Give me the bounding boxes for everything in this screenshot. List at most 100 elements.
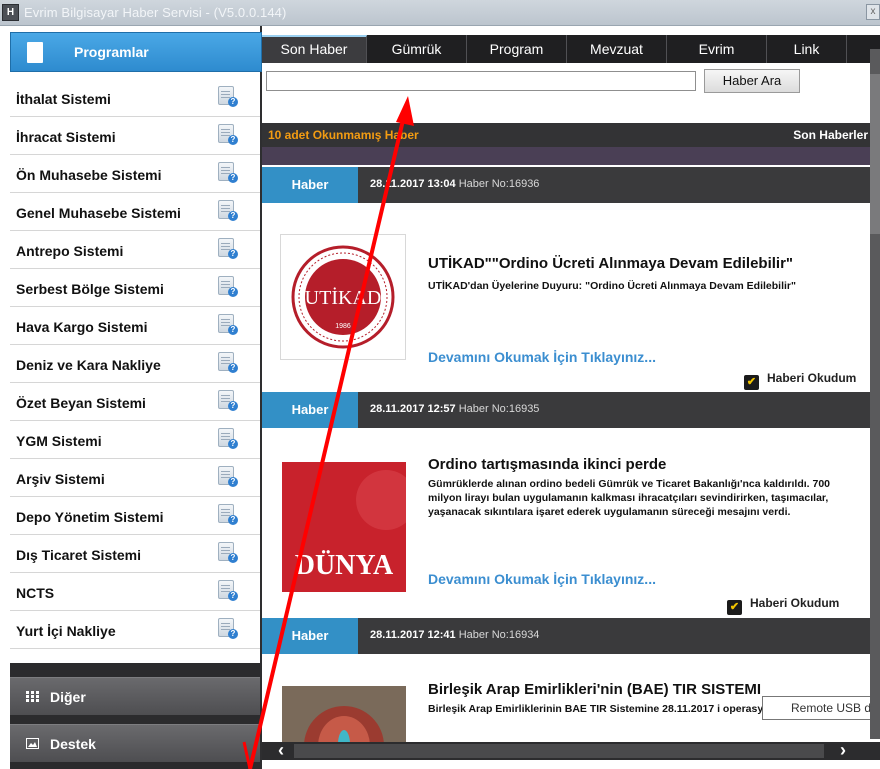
sidebar-item-label: Deniz ve Kara Nakliye (16, 357, 161, 373)
title-bar: H Evrim Bilgisayar Haber Servisi - (V5.0… (0, 0, 880, 26)
read-more-link[interactable]: Devamını Okumak İçin Tıklayınız... (428, 571, 656, 587)
help-document-icon[interactable]: ? (218, 542, 238, 564)
horizontal-scroll-thumb[interactable] (294, 744, 824, 758)
sidebar-item[interactable]: Dış Ticaret Sistemi? (10, 535, 260, 573)
news-badge: Haber (262, 392, 358, 428)
app-icon: H (2, 4, 19, 21)
tooltip: Remote USB d (762, 696, 880, 720)
help-document-icon[interactable]: ? (218, 428, 238, 450)
sidebar-item[interactable]: Ön Muhasebe Sistemi? (10, 155, 260, 193)
news-title[interactable]: Birleşik Arap Emirlikleri'nin (BAE) TIR … (428, 681, 761, 698)
sidebar-item[interactable]: Antrepo Sistemi? (10, 231, 260, 269)
programs-header[interactable]: Programlar (10, 32, 262, 72)
sidebar-item-label: Hava Kargo Sistemi (16, 319, 148, 335)
tab[interactable]: Gümrük (367, 35, 467, 63)
news-datetime: 28.11.2017 13:04 (370, 178, 456, 190)
sidebar-item[interactable]: Yurt İçi Nakliye? (10, 611, 260, 649)
sidebar-footer: Diğer Destek (10, 663, 260, 769)
tab[interactable]: Program (467, 35, 567, 63)
sidebar-item-label: NCTS (16, 585, 55, 601)
news-card[interactable]: DÜNYA Ordino tartışmasında ikinci perde … (262, 428, 880, 620)
news-summary: UTİKAD'dan Üyelerine Duyuru: "Ordino Ücr… (428, 280, 796, 292)
logo-text: UTİKAD (305, 286, 382, 309)
dunya-logo: DÜNYA (282, 462, 406, 592)
sidebar-item[interactable]: Serbest Bölge Sistemi? (10, 269, 260, 307)
vertical-scroll-thumb[interactable] (870, 74, 880, 234)
news-badge: Haber (262, 618, 358, 654)
destek-label: Destek (50, 736, 96, 752)
tab[interactable]: Mevzuat (567, 35, 667, 63)
news-meta: 28.11.2017 12:41 Haber No:16934 (370, 629, 539, 641)
sidebar-item-label: Genel Muhasebe Sistemi (16, 205, 181, 221)
read-checkbox[interactable]: ✔ Haberi Okudum (727, 596, 839, 615)
sidebar-item[interactable]: Arşiv Sistemi? (10, 459, 260, 497)
logo-text: DÜNYA (295, 550, 394, 581)
document-icon (27, 42, 43, 63)
check-icon: ✔ (727, 600, 742, 615)
help-document-icon[interactable]: ? (218, 200, 238, 222)
help-document-icon[interactable]: ? (218, 86, 238, 108)
search-input[interactable] (266, 71, 696, 91)
news-card[interactable]: UTİKAD 1986 UTİKAD""Ordino Ücreti Alınma… (262, 203, 880, 390)
news-header: Haber 28.11.2017 12:41 Haber No:16934 (262, 618, 880, 654)
tab-bar: Son Haber Gümrük Program Mevzuat Evrim Link (262, 35, 880, 63)
sidebar-item-label: Özet Beyan Sistemi (16, 395, 146, 411)
scroll-left-icon[interactable]: ‹ (278, 740, 284, 761)
news-badge: Haber (262, 167, 358, 203)
svg-text:1986: 1986 (335, 323, 351, 330)
divider-strip (262, 147, 880, 165)
sidebar-item-label: Serbest Bölge Sistemi (16, 281, 164, 297)
sidebar-item[interactable]: Depo Yönetim Sistemi? (10, 497, 260, 535)
check-icon: ✔ (744, 375, 759, 390)
news-number: Haber No:16934 (458, 629, 540, 641)
help-document-icon[interactable]: ? (218, 466, 238, 488)
tab[interactable]: Evrim (667, 35, 767, 63)
sidebar-item[interactable]: İhracat Sistemi? (10, 117, 260, 155)
news-datetime: 28.11.2017 12:41 (370, 629, 456, 641)
help-document-icon[interactable]: ? (218, 124, 238, 146)
sidebar-item[interactable]: İthalat Sistemi? (10, 79, 260, 117)
sidebar-item[interactable]: YGM Sistemi? (10, 421, 260, 459)
help-document-icon[interactable]: ? (218, 504, 238, 526)
program-menu: İthalat Sistemi? İhracat Sistemi? Ön Muhas… (10, 79, 260, 649)
diger-label: Diğer (50, 689, 86, 705)
unread-count: 10 adet Okunmamış Haber (268, 128, 419, 142)
window-title: Evrim Bilgisayar Haber Servisi - (V5.0.0… (24, 5, 287, 20)
sidebar-item[interactable]: Deniz ve Kara Nakliye? (10, 345, 260, 383)
sidebar-item[interactable]: NCTS? (10, 573, 260, 611)
sidebar-item-label: İthalat Sistemi (16, 91, 111, 107)
diger-button[interactable]: Diğer (10, 677, 260, 715)
help-document-icon[interactable]: ? (218, 618, 238, 640)
help-document-icon[interactable]: ? (218, 390, 238, 412)
news-number: Haber No:16936 (458, 178, 540, 190)
read-label: Haberi Okudum (750, 596, 840, 610)
tab[interactable]: Link (767, 35, 847, 63)
help-document-icon[interactable]: ? (218, 162, 238, 184)
scroll-right-icon[interactable]: › (840, 740, 846, 761)
help-document-icon[interactable]: ? (218, 314, 238, 336)
sidebar: Programlar İthalat Sistemi? İhracat Siste… (0, 26, 262, 769)
news-title[interactable]: Ordino tartışmasında ikinci perde (428, 456, 666, 473)
sidebar-item-label: Yurt İçi Nakliye (16, 623, 116, 639)
sidebar-item[interactable]: Hava Kargo Sistemi? (10, 307, 260, 345)
news-title[interactable]: UTİKAD""Ordino Ücreti Alınmaya Devam Edi… (428, 255, 793, 272)
sidebar-item[interactable]: Özet Beyan Sistemi? (10, 383, 260, 421)
search-row: Haber Ara (262, 63, 880, 123)
section-title: Son Haberler (793, 128, 868, 142)
sidebar-item-label: İhracat Sistemi (16, 129, 116, 145)
help-document-icon[interactable]: ? (218, 352, 238, 374)
grid-icon (26, 691, 39, 702)
read-more-link[interactable]: Devamını Okumak İçin Tıklayınız... (428, 349, 656, 365)
destek-button[interactable]: Destek (10, 724, 260, 762)
help-document-icon[interactable]: ? (218, 276, 238, 298)
help-document-icon[interactable]: ? (218, 238, 238, 260)
sidebar-item[interactable]: Genel Muhasebe Sistemi? (10, 193, 260, 231)
search-button[interactable]: Haber Ara (704, 69, 800, 93)
utikad-logo: UTİKAD 1986 (280, 234, 406, 360)
close-button[interactable]: x (866, 4, 880, 20)
read-checkbox[interactable]: ✔ Haberi Okudum (744, 371, 856, 390)
tab[interactable]: Son Haber (262, 35, 367, 63)
help-document-icon[interactable]: ? (218, 580, 238, 602)
news-thumbnail (282, 686, 406, 744)
status-bar: 10 adet Okunmamış Haber Son Haberler (262, 123, 880, 147)
